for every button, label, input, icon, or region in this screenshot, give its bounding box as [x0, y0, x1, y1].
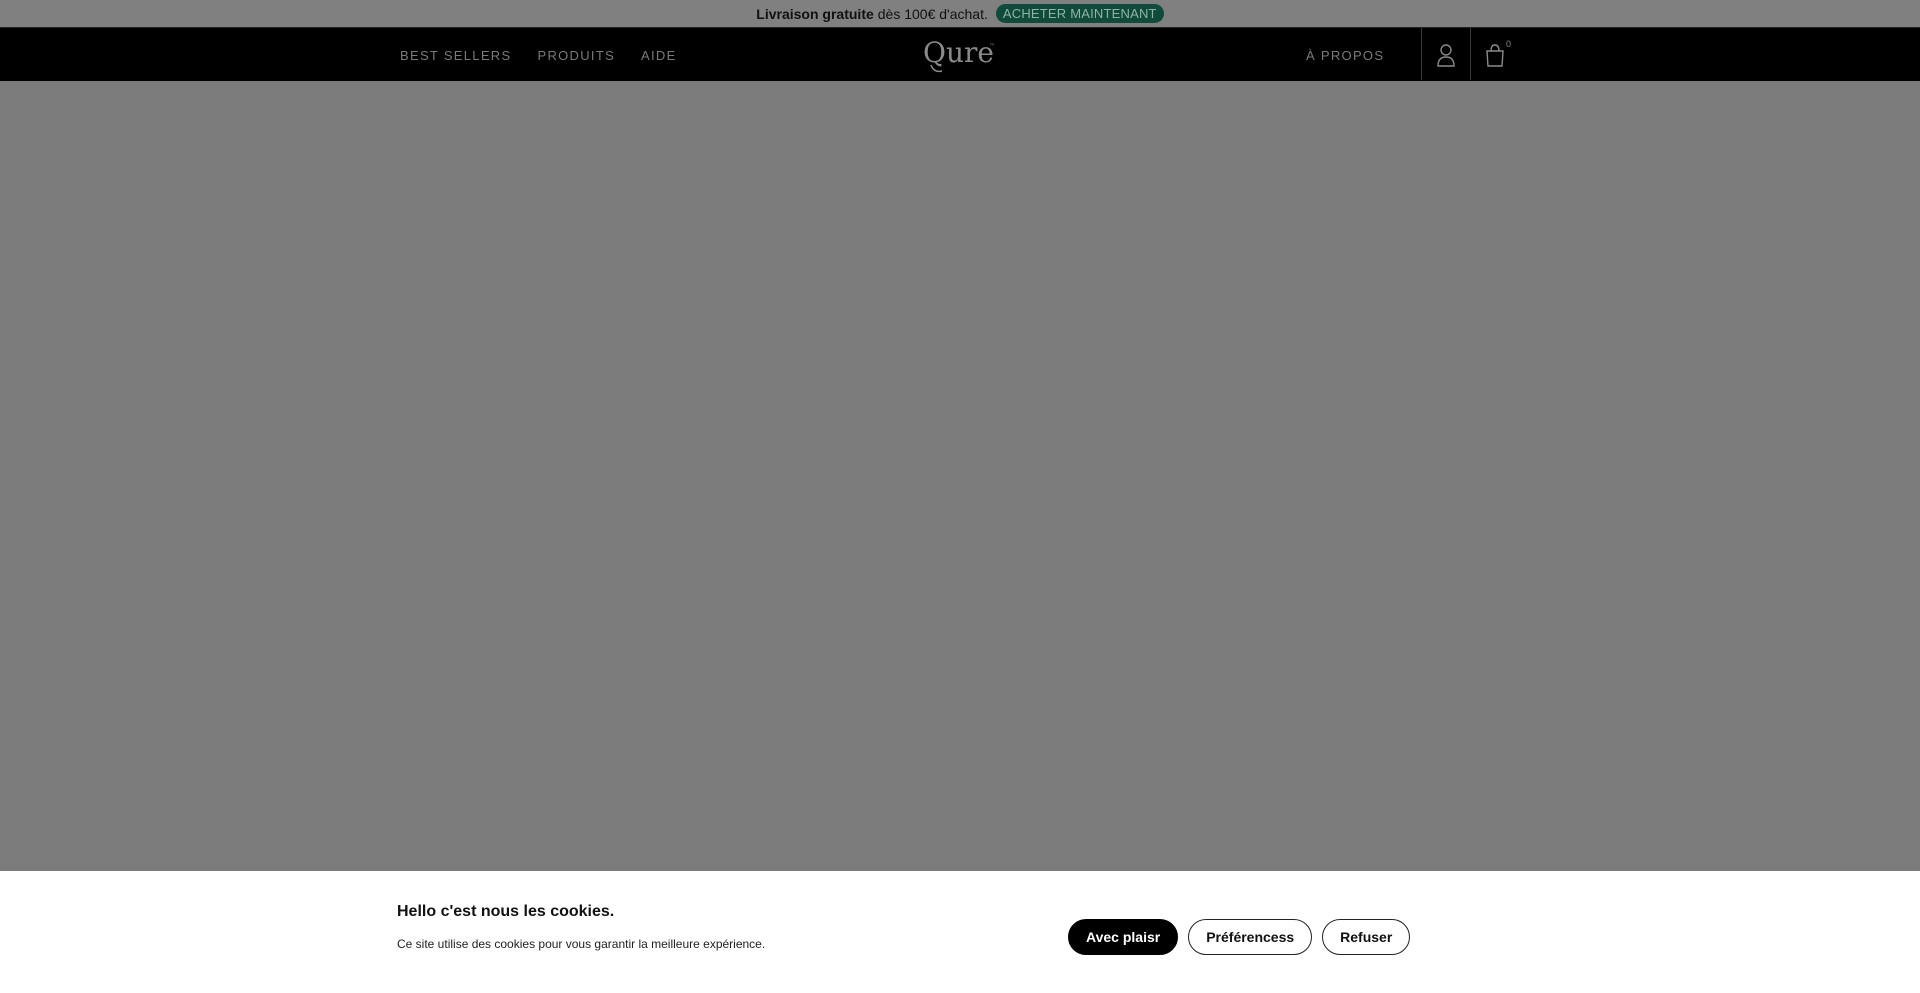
- page-overlay[interactable]: [0, 81, 1920, 871]
- shopping-bag-icon: [1486, 44, 1504, 67]
- logo-trademark: ™: [989, 43, 995, 50]
- cookie-description: Ce site utilise des cookies pour vous ga…: [397, 937, 766, 951]
- cart-button[interactable]: [1471, 28, 1519, 82]
- cookie-actions: Avec plaisr Préférencess Refuser: [1068, 919, 1411, 955]
- cart-count-badge: 0: [1506, 39, 1512, 49]
- site-header: BEST SELLERS PRODUITS AIDE Qure ™ À PROP…: [0, 27, 1920, 81]
- refuse-cookies-button[interactable]: Refuser: [1322, 919, 1411, 955]
- secondary-nav: À PROPOS: [1306, 28, 1384, 82]
- cookie-banner: Hello c'est nous les cookies. Ce site ut…: [0, 871, 1920, 993]
- shop-now-button[interactable]: ACHETER MAINTENANT: [995, 4, 1164, 23]
- site-logo[interactable]: Qure ™: [922, 28, 998, 82]
- nav-aide[interactable]: AIDE: [641, 48, 677, 63]
- nav-produits[interactable]: PRODUITS: [537, 48, 615, 63]
- account-button[interactable]: [1422, 28, 1470, 82]
- nav-a-propos[interactable]: À PROPOS: [1306, 48, 1384, 63]
- accept-cookies-button[interactable]: Avec plaisr: [1068, 919, 1179, 955]
- primary-nav: BEST SELLERS PRODUITS AIDE: [400, 28, 677, 82]
- nav-best-sellers[interactable]: BEST SELLERS: [400, 48, 511, 63]
- announcement-text: dès 100€ d'achat.: [877, 5, 988, 22]
- announcement-bar: Livraison gratuite dès 100€ d'achat. ACH…: [0, 0, 1920, 27]
- announcement-bold-text: Livraison gratuite: [756, 5, 874, 22]
- cookie-preferences-button[interactable]: Préférencess: [1188, 919, 1313, 955]
- logo-text: Qure: [923, 36, 994, 69]
- qure-logo-icon: Qure ™: [923, 36, 995, 73]
- user-icon: [1437, 44, 1455, 67]
- cookie-title: Hello c'est nous les cookies.: [397, 903, 615, 920]
